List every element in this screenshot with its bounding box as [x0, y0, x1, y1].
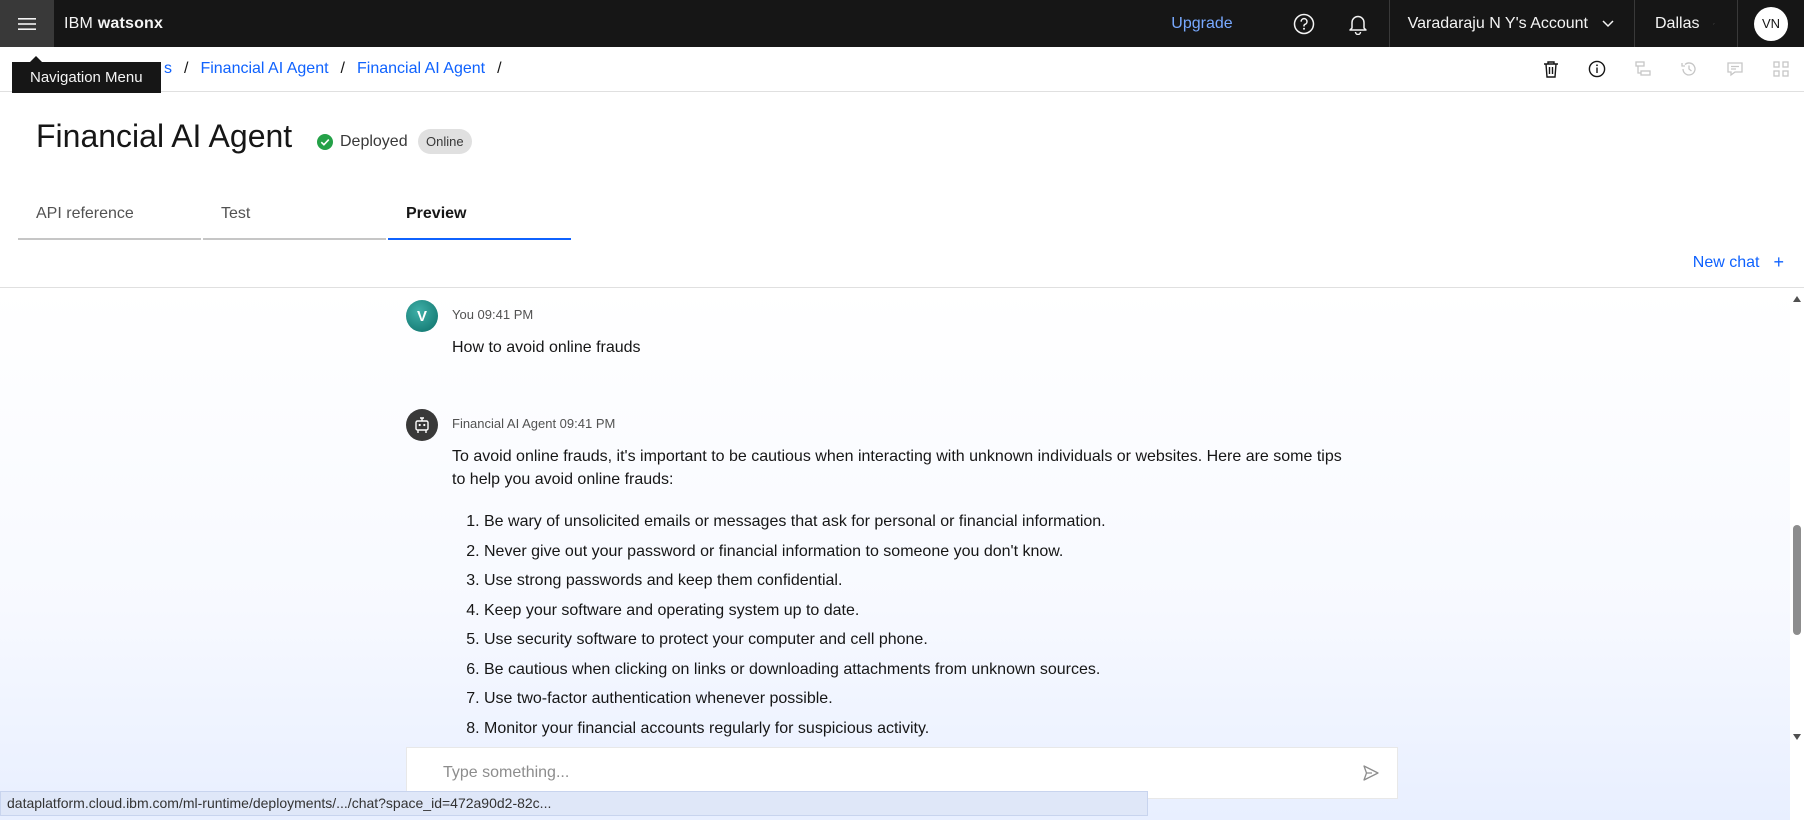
- breadcrumb-separator: /: [184, 60, 189, 77]
- agent-message: Financial AI Agent 09:41 PM To avoid onl…: [406, 409, 1342, 739]
- region-switcher[interactable]: Dallas: [1634, 0, 1737, 47]
- region-name: Dallas: [1655, 14, 1700, 32]
- online-tag: Online: [418, 129, 472, 154]
- browser-status-url: dataplatform.cloud.ibm.com/ml-runtime/de…: [0, 791, 1148, 816]
- navigation-menu-tooltip: Navigation Menu: [12, 56, 161, 93]
- help-icon: [1293, 13, 1314, 34]
- tips-list: Be wary of unsolicited emails or message…: [452, 507, 1342, 743]
- status-text: Deployed: [340, 133, 408, 150]
- new-chat-label: New chat: [1692, 253, 1760, 271]
- user-message-avatar: V: [406, 300, 438, 332]
- send-button[interactable]: [1345, 747, 1397, 799]
- message-body: To avoid online frauds, it's important t…: [452, 445, 1342, 743]
- message-text: How to avoid online frauds: [452, 339, 641, 356]
- list-item: Keep your software and operating system …: [484, 596, 1342, 626]
- chevron-down-icon: [1602, 19, 1614, 27]
- send-icon: [1363, 765, 1379, 781]
- brand-prefix: IBM: [64, 14, 94, 32]
- apps-button[interactable]: [1758, 47, 1804, 91]
- new-chat-button[interactable]: New chat +: [1693, 252, 1784, 273]
- brand-name: watsonx: [97, 14, 164, 32]
- hamburger-menu-icon: [18, 17, 36, 30]
- message-intro: To avoid online frauds, it's important t…: [452, 448, 1342, 488]
- account-name: Varadaraju N Y's Account: [1407, 14, 1588, 32]
- tab-list: API reference Test Preview: [18, 200, 571, 240]
- user-message: V You 09:41 PM How to avoid online fraud…: [406, 300, 1336, 370]
- scroll-up-arrow-icon[interactable]: [1792, 294, 1802, 304]
- list-item: Be cautious when clicking on links or do…: [484, 655, 1342, 685]
- history-icon: [1681, 62, 1696, 76]
- message-meta: Financial AI Agent 09:41 PM: [452, 416, 616, 431]
- checkmark-filled-icon: [317, 134, 333, 150]
- user-menu[interactable]: VN: [1737, 0, 1804, 47]
- list-item: Monitor your financial accounts regularl…: [484, 714, 1342, 744]
- user-avatar[interactable]: VN: [1754, 6, 1788, 41]
- chat-scrollbar[interactable]: [1790, 292, 1804, 746]
- top-navigation-bar: IBM watsonx Upgrade Varadaraju N Y's Acc…: [0, 0, 1804, 47]
- breadcrumb-item-deployment[interactable]: Financial AI Agent: [357, 60, 485, 78]
- upgrade-link[interactable]: Upgrade: [1171, 15, 1232, 33]
- page-title: Financial AI Agent: [36, 118, 293, 154]
- tab-api-reference[interactable]: API reference: [18, 200, 201, 240]
- deployment-status: Deployed: [317, 133, 408, 151]
- trash-icon: [1544, 61, 1558, 78]
- agent-message-avatar: [406, 409, 438, 441]
- chat-panel: V You 09:41 PM How to avoid online fraud…: [0, 288, 1790, 820]
- breadcrumb-bar: s / Financial AI Agent / Financial AI Ag…: [0, 47, 1804, 92]
- tree-view-icon: [1635, 61, 1651, 76]
- delete-button[interactable]: [1528, 47, 1574, 91]
- chevron-down-icon: [1713, 23, 1715, 24]
- message-meta: You 09:41 PM: [452, 307, 534, 322]
- list-item: Use security software to protect your co…: [484, 625, 1342, 655]
- bell-icon: [1348, 15, 1367, 35]
- list-item: Use two-factor authentication whenever p…: [484, 684, 1342, 714]
- list-item: Never give out your password or financia…: [484, 537, 1342, 567]
- notifications-button[interactable]: [1331, 0, 1385, 47]
- tab-preview[interactable]: Preview: [388, 200, 571, 240]
- chat-icon: [1727, 62, 1743, 77]
- breadcrumb-item-deployments[interactable]: s: [164, 60, 172, 78]
- info-button[interactable]: [1574, 47, 1620, 91]
- comments-button[interactable]: [1712, 47, 1758, 91]
- breadcrumb: s / Financial AI Agent / Financial AI Ag…: [164, 60, 502, 78]
- tab-test[interactable]: Test: [203, 200, 386, 240]
- robot-icon: [415, 417, 429, 433]
- breadcrumb-separator: /: [340, 60, 345, 77]
- grid-icon: [1773, 61, 1789, 77]
- navigation-menu-button[interactable]: [0, 0, 54, 47]
- list-item: Be wary of unsolicited emails or message…: [484, 507, 1342, 537]
- scroll-down-arrow-icon[interactable]: [1792, 732, 1802, 742]
- scrollbar-thumb[interactable]: [1793, 525, 1801, 635]
- structure-button[interactable]: [1620, 47, 1666, 91]
- breadcrumb-separator: /: [497, 60, 502, 77]
- breadcrumb-item-space[interactable]: Financial AI Agent: [200, 60, 328, 78]
- product-logo[interactable]: IBM watsonx: [64, 15, 163, 33]
- add-icon: +: [1773, 252, 1784, 272]
- history-button[interactable]: [1666, 47, 1712, 91]
- list-item: Use strong passwords and keep them confi…: [484, 566, 1342, 596]
- info-icon: [1588, 60, 1606, 78]
- account-switcher[interactable]: Varadaraju N Y's Account: [1388, 0, 1634, 47]
- help-button[interactable]: [1277, 0, 1331, 47]
- toolbar: [1528, 47, 1804, 91]
- message-input[interactable]: [407, 763, 1345, 783]
